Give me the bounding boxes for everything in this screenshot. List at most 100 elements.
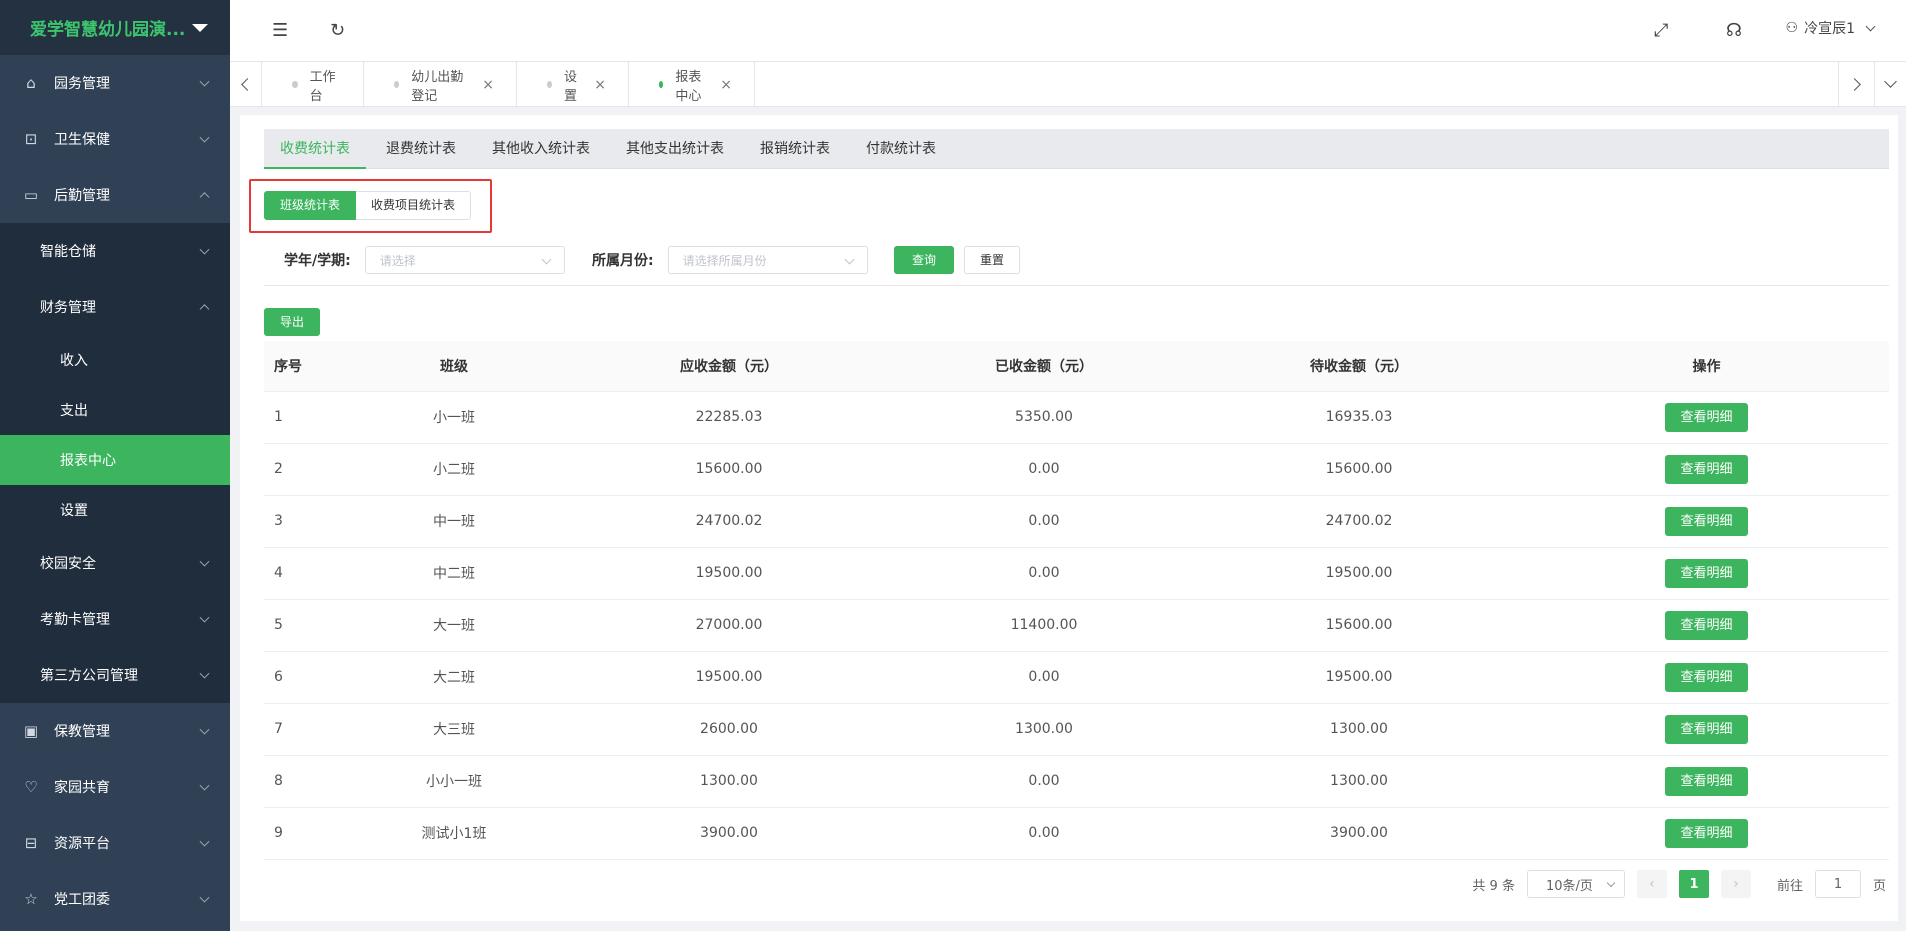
cell-pending: 1300.00	[1194, 703, 1524, 756]
pagination: 共 9 条 10条/页 ‹ 1 › 前往 1 页	[1472, 870, 1886, 898]
sidebar-item-attendance-card[interactable]: 考勤卡管理	[0, 591, 230, 647]
query-button[interactable]: 查询	[894, 246, 955, 274]
health-icon: ⊡	[24, 130, 38, 148]
cell-receivable: 19500.00	[564, 651, 894, 704]
cell-receivable: 27000.00	[564, 599, 894, 652]
view-detail-button[interactable]: 查看明细	[1665, 610, 1748, 640]
reset-button[interactable]: 重置	[964, 246, 1021, 274]
view-detail-button[interactable]: 查看明细	[1665, 558, 1748, 588]
view-detail-button[interactable]: 查看明细	[1665, 402, 1748, 432]
sidebar-item-resources[interactable]: ⊟ 资源平台	[0, 815, 230, 871]
view-detail-button[interactable]: 查看明细	[1665, 506, 1748, 536]
chevron-down-icon	[199, 892, 210, 903]
tabs-scroll-left[interactable]	[230, 62, 262, 107]
sidebar: 爱学智慧幼儿园演... ⌂ 园务管理 ⊡ 卫生保健 ▭ 后勤管理 智能仓储 财务…	[0, 0, 230, 931]
chevron-down-icon	[199, 724, 210, 735]
sidebar-item-home-school[interactable]: ♡ 家园共育	[0, 759, 230, 815]
class-stats-button[interactable]: 班级统计表	[264, 191, 357, 220]
total-count: 共 9 条	[1472, 878, 1515, 894]
tab-refund-stats[interactable]: 退费统计表	[370, 129, 472, 169]
caret-down-icon[interactable]	[192, 23, 208, 32]
term-select[interactable]: 请选择	[364, 246, 565, 274]
cell-pending: 1300.00	[1194, 755, 1524, 808]
report-type-tabs: 收费统计表 退费统计表 其他收入统计表 其他支出统计表 报销统计表 付款统计表	[264, 129, 1889, 169]
tab-reimbursement-stats[interactable]: 报销统计表	[744, 129, 846, 169]
tab-settings[interactable]: 设置 ×	[517, 62, 629, 107]
logistics-icon: ▭	[23, 186, 39, 204]
table-row: 6 大二班 19500.00 0.00 19500.00 查看明细	[264, 651, 1889, 704]
close-icon[interactable]: ×	[482, 77, 494, 93]
sidebar-item-logistics[interactable]: ▭ 后勤管理	[0, 167, 230, 223]
view-detail-button[interactable]: 查看明细	[1665, 714, 1748, 744]
chevron-down-icon	[1606, 878, 1616, 888]
page-size-select[interactable]: 10条/页	[1526, 870, 1625, 898]
cell-index: 9	[264, 807, 344, 860]
close-icon[interactable]: ×	[594, 77, 606, 93]
brand-bar[interactable]: 爱学智慧幼儿园演...	[0, 0, 230, 55]
table-row: 1 小一班 22285.03 5350.00 16935.03 查看明细	[264, 391, 1889, 444]
tab-other-income-stats[interactable]: 其他收入统计表	[476, 129, 606, 169]
goto-page-input[interactable]: 1	[1814, 870, 1861, 898]
page-tabs-bar: 工作台 幼儿出勤登记 × 设置 × 报表中心 ×	[230, 62, 1906, 107]
sidebar-item-health[interactable]: ⊡ 卫生保健	[0, 111, 230, 167]
sidebar-item-expense[interactable]: 支出	[0, 385, 230, 435]
tab-attendance[interactable]: 幼儿出勤登记 ×	[364, 62, 517, 107]
tab-workbench[interactable]: 工作台	[262, 62, 364, 107]
cell-action: 查看明细	[1524, 807, 1889, 860]
month-label: 所属月份:	[592, 253, 654, 269]
chevron-down-icon	[844, 254, 855, 265]
chevron-up-icon	[199, 304, 210, 315]
sidebar-item-finance[interactable]: 财务管理	[0, 279, 230, 335]
term-placeholder: 请选择	[379, 253, 416, 268]
fee-item-stats-button[interactable]: 收费项目统计表	[356, 191, 472, 220]
headset-icon[interactable]: ☊	[1726, 20, 1742, 41]
table-row: 5 大一班 27000.00 11400.00 15600.00 查看明细	[264, 599, 1889, 652]
cell-receivable: 22285.03	[564, 391, 894, 444]
page-size-value: 10条/页	[1545, 878, 1593, 894]
chevron-down-icon	[1884, 75, 1897, 88]
tab-report-center[interactable]: 报表中心 ×	[629, 62, 755, 107]
chevron-down-icon	[199, 612, 210, 623]
cell-received: 0.00	[894, 495, 1194, 548]
sidebar-item-care-education[interactable]: ▣ 保教管理	[0, 703, 230, 759]
tab-fee-stats[interactable]: 收费统计表	[264, 129, 366, 169]
chevron-up-icon	[199, 192, 210, 203]
refresh-icon[interactable]: ↻	[330, 20, 345, 41]
sidebar-item-income[interactable]: 收入	[0, 335, 230, 385]
sidebar-item-campus[interactable]: ⌂ 园务管理	[0, 55, 230, 111]
chevron-down-icon	[199, 76, 210, 87]
sidebar-item-warehouse[interactable]: 智能仓储	[0, 223, 230, 279]
export-button[interactable]: 导出	[264, 308, 321, 336]
sidebar-item-party[interactable]: ☆ 党工团委	[0, 871, 230, 927]
close-icon[interactable]: ×	[720, 77, 732, 93]
month-select[interactable]: 请选择所属月份	[667, 246, 868, 274]
sidebar-item-finance-settings[interactable]: 设置	[0, 485, 230, 535]
sidebar-item-campus-safety[interactable]: 校园安全	[0, 535, 230, 591]
tabs-dropdown[interactable]	[1874, 62, 1906, 107]
fullscreen-icon[interactable]: ⤢	[1654, 20, 1668, 41]
chevron-down-icon	[199, 244, 210, 255]
tabs-scroll-right[interactable]	[1838, 62, 1874, 107]
view-detail-button[interactable]: 查看明细	[1665, 662, 1748, 692]
briefcase-icon: ▣	[23, 722, 39, 740]
tab-other-expense-stats[interactable]: 其他支出统计表	[610, 129, 740, 169]
stats-type-toggle: 班级统计表 收费项目统计表	[264, 191, 472, 220]
sidebar-item-third-party[interactable]: 第三方公司管理	[0, 647, 230, 703]
sidebar-item-report-center[interactable]: 报表中心	[0, 435, 230, 485]
page-number-current[interactable]: 1	[1678, 870, 1709, 898]
chevron-down-icon	[199, 668, 210, 679]
next-page-button[interactable]: ›	[1720, 870, 1751, 898]
user-menu[interactable]: ⚇ 冷宣辰1	[1786, 18, 1876, 38]
cell-pending: 19500.00	[1194, 547, 1524, 600]
view-detail-button[interactable]: 查看明细	[1665, 454, 1748, 484]
cell-action: 查看明细	[1524, 755, 1889, 808]
view-detail-button[interactable]: 查看明细	[1665, 766, 1748, 796]
menu-fold-icon[interactable]: ☰	[272, 20, 288, 41]
cell-action: 查看明细	[1524, 547, 1889, 600]
view-detail-button[interactable]: 查看明细	[1665, 818, 1748, 848]
cell-class: 小小一班	[344, 755, 564, 808]
tab-payment-stats[interactable]: 付款统计表	[850, 129, 952, 169]
cell-received: 11400.00	[894, 599, 1194, 652]
chevron-down-icon	[199, 780, 210, 791]
prev-page-button[interactable]: ‹	[1636, 870, 1667, 898]
